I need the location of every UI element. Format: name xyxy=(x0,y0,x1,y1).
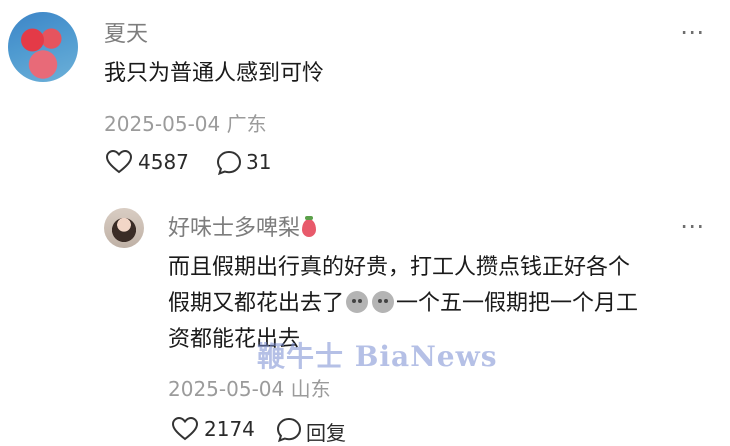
comment-location: 广东 xyxy=(226,112,267,136)
comment-date: 2025-05-04 xyxy=(104,112,221,136)
reply-more-options-icon[interactable]: ⋯ xyxy=(680,212,707,240)
sweat-face-emoji-icon xyxy=(346,291,369,313)
comment-reply-icon[interactable] xyxy=(216,150,242,176)
comment-like-icon[interactable] xyxy=(106,150,132,174)
comment-meta: 2025-05-04 广东 xyxy=(104,108,267,137)
commenter-name[interactable]: 夏天 xyxy=(104,16,148,48)
reply-text-line-2: 假期又都花出去了 一个五一假期把一个月工 xyxy=(168,291,639,316)
comment-text: 我只为普通人感到可怜 xyxy=(104,61,325,86)
reply-author[interactable]: 好味士多啤梨 xyxy=(168,210,317,242)
commenter-avatar[interactable] xyxy=(8,12,78,82)
reply-comment-icon[interactable] xyxy=(276,417,302,443)
sweat-face-emoji-icon xyxy=(372,291,395,313)
reply-avatar[interactable] xyxy=(104,208,144,248)
comment-like-count: 4587 xyxy=(138,150,189,174)
more-options-icon[interactable]: ⋯ xyxy=(680,18,707,46)
reply-author-name: 好味士多啤梨 xyxy=(168,216,301,241)
comment-reply-count: 31 xyxy=(246,150,272,174)
reply-button[interactable]: 回复 xyxy=(306,417,346,446)
reply-location: 山东 xyxy=(290,377,331,401)
reply-like-count: 2174 xyxy=(204,417,255,441)
watermark: 鞭牛士 BiaNews xyxy=(257,340,498,373)
reply-date: 2025-05-04 xyxy=(168,377,285,401)
strawberry-emoji-icon xyxy=(302,216,317,237)
reply-text-line-1: 而且假期出行真的好贵，打工人攒点钱正好各个 xyxy=(168,255,631,280)
reply-meta: 2025-05-04 山东 xyxy=(168,373,331,402)
reply-like-icon[interactable] xyxy=(172,417,198,441)
